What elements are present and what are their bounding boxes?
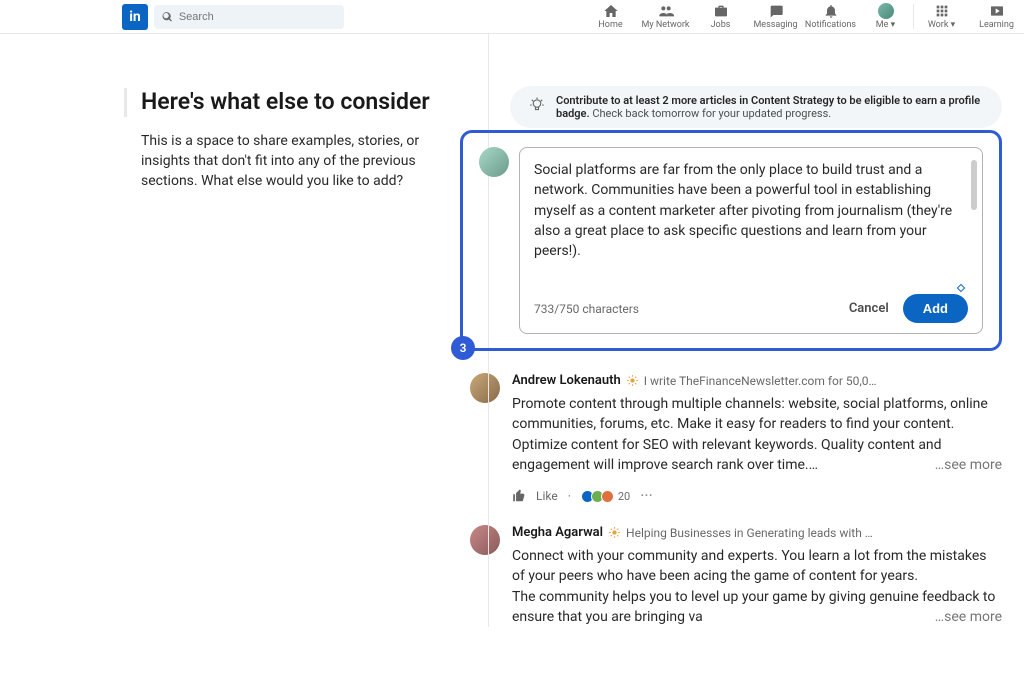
reactions[interactable]: 20 bbox=[581, 490, 630, 503]
like-button[interactable]: Like bbox=[536, 489, 558, 503]
tip-rest: Check back tomorrow for your updated pro… bbox=[590, 107, 832, 120]
avatar-icon bbox=[878, 3, 894, 19]
comment-compose: Social platforms are far from the only p… bbox=[479, 147, 983, 334]
linkedin-logo[interactable]: in bbox=[122, 4, 148, 30]
right-column: Contribute to at least 2 more articles i… bbox=[488, 34, 1024, 627]
nav-label: Home bbox=[598, 20, 622, 30]
step-badge: 3 bbox=[451, 336, 475, 360]
post-item: Megha Agarwal Helping Businesses in Gene… bbox=[470, 525, 1002, 627]
badge-icon bbox=[608, 526, 621, 539]
search-input[interactable] bbox=[179, 11, 336, 23]
people-icon bbox=[658, 3, 674, 19]
briefcase-icon bbox=[713, 3, 729, 19]
scrollbar[interactable] bbox=[971, 160, 977, 210]
see-more-link[interactable]: …see more bbox=[935, 607, 1002, 627]
author-avatar[interactable] bbox=[470, 525, 500, 555]
left-column: Here's what else to consider This is a s… bbox=[0, 34, 488, 627]
post-actions: Like · 20 ··· bbox=[512, 489, 1002, 503]
author-tagline: I write TheFinanceNewsletter.com for 50,… bbox=[644, 374, 877, 388]
search-box[interactable] bbox=[154, 5, 344, 29]
nav-label: Messaging bbox=[753, 20, 797, 30]
nav-items: Home My Network Jobs Messaging Notificat… bbox=[583, 0, 1024, 33]
nav-work[interactable]: Work ▾ bbox=[914, 0, 969, 33]
post-text: Promote content through multiple channel… bbox=[512, 394, 1002, 475]
see-more-link[interactable]: …see more bbox=[935, 455, 1002, 475]
home-icon bbox=[603, 3, 619, 19]
nav-home[interactable]: Home bbox=[583, 0, 638, 33]
user-avatar bbox=[479, 147, 509, 177]
nav-label: Notifications bbox=[805, 20, 856, 30]
cancel-button[interactable]: Cancel bbox=[849, 301, 889, 316]
nav-learning[interactable]: Learning bbox=[969, 0, 1024, 33]
post-item: Andrew Lokenauth I write TheFinanceNewsl… bbox=[470, 373, 1002, 503]
bell-icon bbox=[823, 3, 839, 19]
badge-icon bbox=[626, 374, 639, 387]
tutorial-highlight: 3 Social platforms are far from the only… bbox=[460, 130, 1002, 351]
author-avatar[interactable] bbox=[470, 373, 500, 403]
nav-messaging[interactable]: Messaging bbox=[748, 0, 803, 33]
nav-label: Me ▾ bbox=[876, 20, 895, 30]
post-text: Connect with your community and experts.… bbox=[512, 546, 1002, 627]
like-icon[interactable] bbox=[512, 489, 526, 503]
search-icon bbox=[162, 11, 173, 23]
compose-textbox[interactable]: Social platforms are far from the only p… bbox=[519, 147, 983, 334]
nav-label: Jobs bbox=[711, 20, 731, 30]
add-button[interactable]: Add bbox=[903, 294, 968, 323]
author-name[interactable]: Megha Agarwal bbox=[512, 525, 603, 540]
more-menu-button[interactable]: ··· bbox=[640, 492, 653, 500]
nav-label: Work ▾ bbox=[928, 20, 955, 30]
nav-label: My Network bbox=[642, 20, 690, 30]
post-header: Andrew Lokenauth I write TheFinanceNewsl… bbox=[512, 373, 1002, 388]
nav-me[interactable]: Me ▾ bbox=[858, 0, 913, 33]
tip-banner: Contribute to at least 2 more articles i… bbox=[510, 86, 1002, 128]
nav-notifications[interactable]: Notifications bbox=[803, 0, 858, 33]
grid-icon bbox=[934, 3, 950, 19]
reaction-love-icon bbox=[601, 490, 614, 503]
nav-jobs[interactable]: Jobs bbox=[693, 0, 748, 33]
char-counter: 733/750 characters bbox=[534, 302, 639, 316]
page-title: Here's what else to consider bbox=[124, 88, 448, 117]
chat-icon bbox=[768, 3, 784, 19]
page-subtitle: This is a space to share examples, stori… bbox=[124, 131, 448, 192]
nav-network[interactable]: My Network bbox=[638, 0, 693, 33]
nav-label: Learning bbox=[979, 20, 1014, 30]
top-nav: in Home My Network Jobs Messaging Notifi… bbox=[0, 0, 1024, 34]
resize-handle-icon[interactable] bbox=[957, 284, 965, 292]
reaction-count: 20 bbox=[618, 490, 630, 503]
compose-text[interactable]: Social platforms are far from the only p… bbox=[534, 160, 968, 280]
lightbulb-icon bbox=[528, 96, 546, 114]
play-icon bbox=[989, 3, 1005, 19]
author-name[interactable]: Andrew Lokenauth bbox=[512, 373, 621, 388]
author-tagline: Helping Businesses in Generating leads w… bbox=[626, 526, 873, 540]
post-header: Megha Agarwal Helping Businesses in Gene… bbox=[512, 525, 1002, 540]
